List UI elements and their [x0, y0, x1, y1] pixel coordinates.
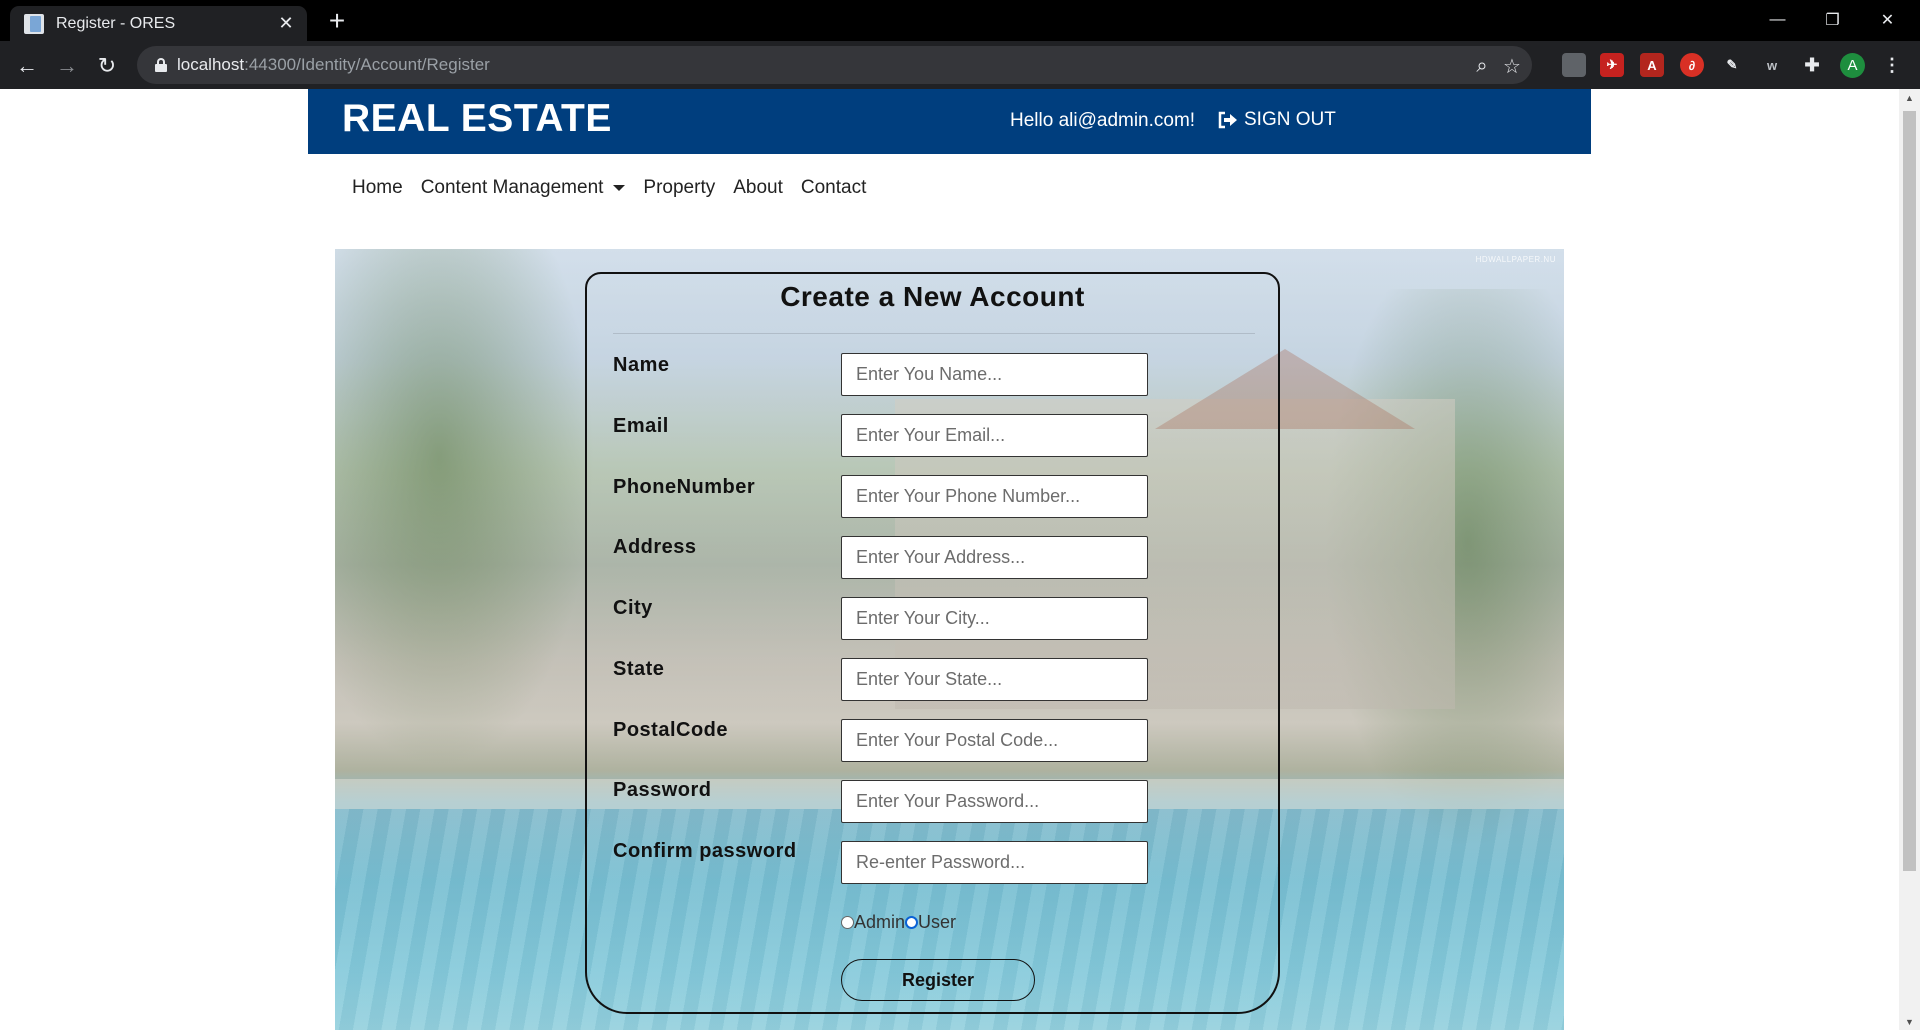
- name-label: Name: [613, 354, 670, 376]
- admin-radio[interactable]: [841, 915, 854, 929]
- dropdown-caret-icon: [613, 185, 626, 191]
- site-header: REAL ESTATE Hello ali@admin.com! SIGN OU…: [308, 89, 1591, 154]
- nav-home[interactable]: Home: [352, 177, 403, 199]
- password-label: Password: [613, 779, 712, 801]
- palm-trees-left: [335, 249, 595, 769]
- nav-contact[interactable]: Contact: [801, 177, 866, 199]
- page-scrollbar[interactable]: ▲ ▼: [1899, 89, 1920, 1030]
- postal-code-label: PostalCode: [613, 719, 729, 741]
- restore-icon[interactable]: ❐: [1805, 0, 1860, 40]
- browser-toolbar: ← → ↻ localhost:44300/Identity/Account/R…: [0, 41, 1920, 89]
- scroll-down-arrow-icon[interactable]: ▼: [1899, 1013, 1920, 1030]
- sign-out-label: SIGN OUT: [1244, 109, 1336, 130]
- extension-wu-icon[interactable]: ᴡ: [1760, 53, 1784, 77]
- browser-tab[interactable]: Register - ORES ✕: [10, 6, 307, 41]
- extensions-puzzle-icon[interactable]: ✚: [1800, 53, 1824, 77]
- admin-radio-label[interactable]: Admin: [854, 912, 905, 933]
- postal-code-input[interactable]: [841, 719, 1148, 762]
- phone-number-label: PhoneNumber: [613, 476, 756, 498]
- url-text[interactable]: localhost:44300/Identity/Account/Registe…: [177, 55, 490, 75]
- extension-pen-icon[interactable]: ✎: [1720, 53, 1744, 77]
- address-bar[interactable]: localhost:44300/Identity/Account/Registe…: [137, 46, 1532, 84]
- sign-out-icon: [1218, 111, 1237, 129]
- confirm-password-input[interactable]: [841, 841, 1148, 884]
- page-favicon-icon: [24, 13, 44, 34]
- image-watermark: HDWALLPAPER.NU: [1475, 255, 1556, 264]
- email-input[interactable]: [841, 414, 1148, 457]
- main-nav: Home Content Management Property About C…: [352, 173, 884, 203]
- close-window-icon[interactable]: ✕: [1860, 0, 1915, 40]
- extension-grey-icon[interactable]: [1562, 53, 1586, 77]
- lock-icon[interactable]: [155, 58, 167, 72]
- address-label: Address: [613, 536, 697, 558]
- extension-red-icon[interactable]: ✈: [1600, 53, 1624, 77]
- user-radio[interactable]: [905, 915, 919, 929]
- reload-icon[interactable]: ↻: [90, 49, 124, 83]
- forward-arrow-icon[interactable]: →: [50, 49, 84, 83]
- address-input[interactable]: [841, 536, 1148, 579]
- acrobat-extension-icon[interactable]: A: [1640, 53, 1664, 77]
- bookmark-star-icon[interactable]: ☆: [1499, 53, 1525, 79]
- city-label: City: [613, 597, 653, 619]
- zoom-icon[interactable]: ⌕: [1469, 53, 1495, 79]
- state-input[interactable]: [841, 658, 1148, 701]
- nav-content-management[interactable]: Content Management: [421, 177, 626, 199]
- scroll-thumb[interactable]: [1903, 111, 1916, 871]
- hero-background: HDWALLPAPER.NU Create a New Account Name…: [335, 249, 1564, 1030]
- user-radio-label[interactable]: User: [918, 912, 956, 933]
- nav-about[interactable]: About: [733, 177, 783, 199]
- name-input[interactable]: [841, 353, 1148, 396]
- tab-title: Register - ORES: [56, 14, 176, 32]
- page-viewport: REAL ESTATE Hello ali@admin.com! SIGN OU…: [0, 89, 1899, 1030]
- minimize-icon[interactable]: —: [1750, 0, 1805, 40]
- new-tab-icon[interactable]: +: [322, 5, 352, 36]
- register-form: Create a New Account Name Email PhoneNum…: [585, 272, 1280, 1014]
- phone-number-input[interactable]: [841, 475, 1148, 518]
- tab-close-icon[interactable]: ✕: [273, 11, 299, 37]
- password-input[interactable]: [841, 780, 1148, 823]
- browser-tab-bar: Register - ORES ✕ + — ❐ ✕: [0, 0, 1920, 41]
- sign-out-link[interactable]: SIGN OUT: [1218, 109, 1336, 131]
- nav-content-management-label: Content Management: [420, 177, 604, 198]
- state-label: State: [613, 658, 665, 680]
- profile-avatar[interactable]: A: [1840, 53, 1865, 78]
- city-input[interactable]: [841, 597, 1148, 640]
- scroll-up-arrow-icon[interactable]: ▲: [1899, 89, 1920, 106]
- confirm-password-label: Confirm password: [613, 840, 797, 862]
- back-arrow-icon[interactable]: ←: [10, 49, 44, 83]
- browser-menu-icon[interactable]: ⋮: [1880, 53, 1904, 77]
- site-title[interactable]: REAL ESTATE: [342, 97, 612, 141]
- nav-property[interactable]: Property: [643, 177, 715, 199]
- form-title: Create a New Account: [780, 281, 1085, 312]
- form-divider: [613, 333, 1255, 334]
- email-label: Email: [613, 415, 669, 437]
- register-button[interactable]: Register: [841, 959, 1035, 1001]
- role-selector: Admin User: [841, 911, 956, 933]
- extension-circle-icon[interactable]: ∂: [1680, 53, 1704, 77]
- user-greeting[interactable]: Hello ali@admin.com!: [1010, 110, 1195, 132]
